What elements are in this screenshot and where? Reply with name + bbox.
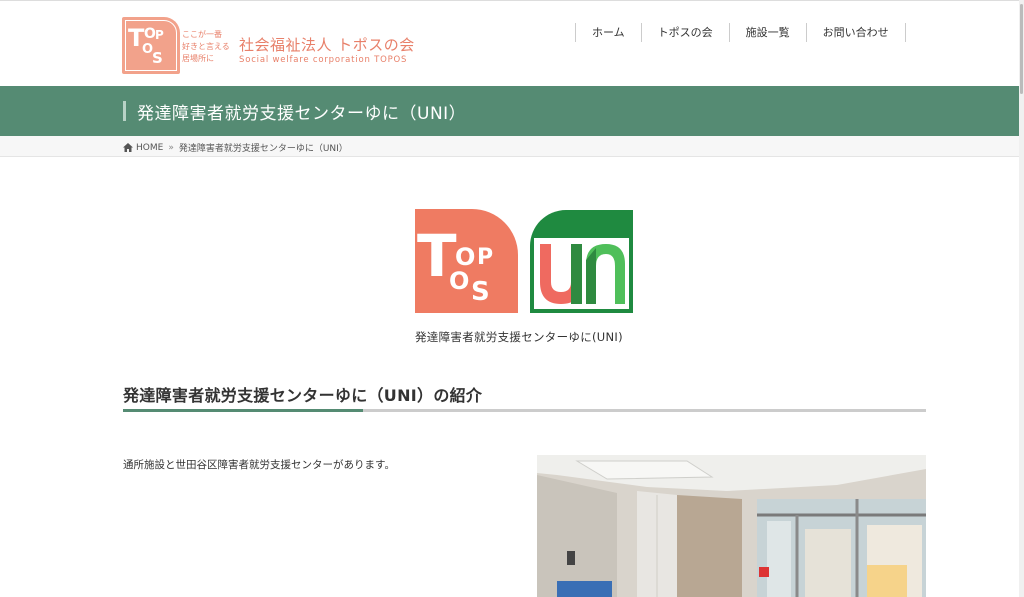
section-divider: [123, 409, 926, 412]
uni-letters-graphic: [540, 244, 625, 304]
breadcrumb-home-link[interactable]: HOME: [136, 143, 163, 153]
nav-item-contact[interactable]: お問い合わせ: [805, 23, 906, 42]
site-logo[interactable]: T O P O S ここが一番 好きと言える 居場所に 社会福祉法人 トポスの会…: [122, 17, 432, 75]
facility-entrance-photo: [537, 455, 926, 597]
facility-logo: T O P O S: [415, 209, 633, 315]
org-subtitle: Social welfare corporation TOPOS: [239, 55, 408, 65]
home-icon: [123, 143, 133, 152]
page-title-bar: 発達障害者就労支援センターゆに（UNI）: [0, 86, 1024, 136]
topos-logo-mark: T O P O S: [122, 17, 180, 74]
title-bar-mark: [123, 101, 126, 121]
site-header: T O P O S ここが一番 好きと言える 居場所に 社会福祉法人 トポスの会…: [0, 0, 1024, 86]
topos-logo-large: T O P O S: [415, 209, 518, 313]
logo-tagline: ここが一番 好きと言える 居場所に: [182, 30, 230, 63]
page-scrollbar[interactable]: [1019, 0, 1024, 597]
org-name: 社会福祉法人 トポスの会: [239, 36, 415, 54]
uni-logo: [530, 210, 633, 313]
nav-item-home[interactable]: ホーム: [575, 23, 641, 42]
logo-letter: S: [152, 49, 163, 67]
section-title: 発達障害者就労支援センターゆに（UNI）の紹介: [123, 386, 483, 405]
main-nav: ホーム トポスの会 施設一覧 お問い合わせ: [575, 23, 906, 42]
logo-letter: P: [155, 28, 164, 42]
breadcrumb: HOME » 発達障害者就労支援センターゆに（UNI）: [0, 136, 1024, 157]
scrollbar-thumb[interactable]: [1020, 4, 1023, 94]
breadcrumb-separator: »: [168, 142, 174, 153]
breadcrumb-current: 発達障害者就労支援センターゆに（UNI）: [178, 144, 348, 154]
facility-logo-caption: 発達障害者就労支援センターゆに(UNI): [415, 330, 623, 344]
intro-text: 通所施設と世田谷区障害者就労支援センターがあります。: [123, 459, 395, 471]
nav-item-facilities[interactable]: 施設一覧: [728, 23, 806, 42]
page-title: 発達障害者就労支援センターゆに（UNI）: [137, 104, 467, 124]
nav-item-topos[interactable]: トポスの会: [640, 23, 729, 42]
